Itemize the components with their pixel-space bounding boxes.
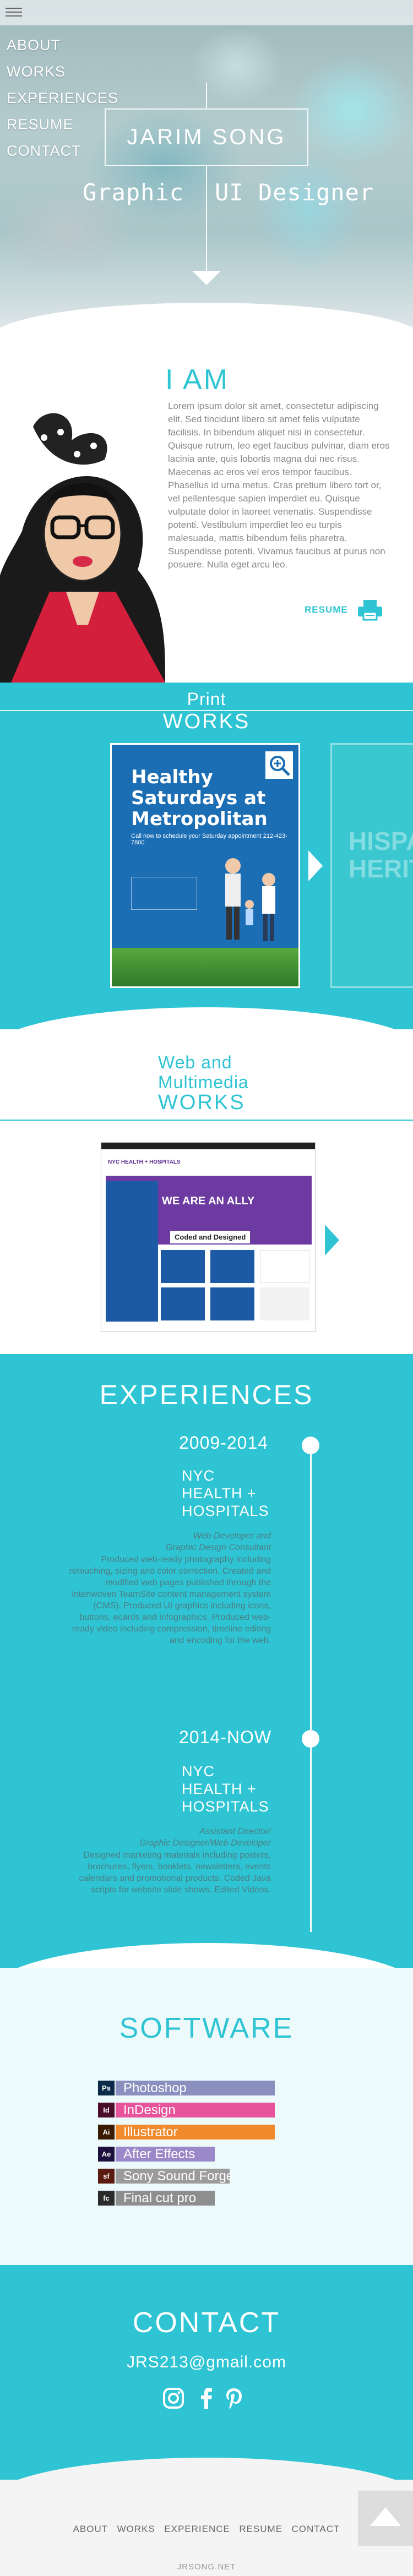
site-headline: WE ARE AN ALLY bbox=[162, 1195, 255, 1207]
skill-name: InDesign bbox=[123, 2103, 176, 2117]
print-work-card-next[interactable]: HISPA HERIT bbox=[330, 743, 413, 988]
experiences-title: EXPERIENCES bbox=[99, 1379, 314, 1410]
back-to-top-icon[interactable] bbox=[358, 2491, 413, 2546]
web-works-rule bbox=[0, 1120, 413, 1121]
footer-nav-resume[interactable]: RESUME bbox=[239, 2524, 282, 2535]
software-app-icon: sf bbox=[98, 2169, 115, 2184]
experience-role: Assistant Director/ Graphic Designer/Web… bbox=[139, 1827, 271, 1848]
instagram-icon[interactable] bbox=[162, 2387, 184, 2409]
experiences-section: EXPERIENCES 2009-2014 NYC HEALTH + HOSPI… bbox=[0, 1354, 413, 1993]
print-works-section: Print WORKS Healthy Saturdays at Metropo… bbox=[0, 683, 413, 1051]
hero-name: JARIM SONG bbox=[127, 125, 286, 149]
main-nav: ABOUT WORKS EXPERIENCES RESUME CONTACT bbox=[7, 32, 118, 164]
skill-row: Ai Illustrator bbox=[98, 2125, 303, 2140]
timeline-dot bbox=[302, 1730, 319, 1748]
experience-years: 2009-2014 bbox=[179, 1433, 269, 1453]
skill-row: sf Sony Sound Forge bbox=[98, 2169, 303, 2184]
experience-years: 2014-NOW bbox=[179, 1727, 272, 1747]
software-app-icon: Ai bbox=[98, 2125, 115, 2140]
timeline-line bbox=[310, 1437, 312, 1932]
experience-description: Designed marketing materials including p… bbox=[79, 1851, 271, 1895]
site-tiles bbox=[106, 1250, 312, 1322]
skill-row: Id InDesign bbox=[98, 2103, 303, 2117]
print-works-title: WORKS bbox=[162, 710, 251, 733]
web-subtitle-line1: Web and bbox=[158, 1052, 232, 1072]
about-bio: Lorem ipsum dolor sit amet, consectetur … bbox=[168, 401, 390, 570]
skill-name: Photoshop bbox=[123, 2081, 187, 2095]
print-card2-heading: HISPA HERIT bbox=[349, 827, 413, 883]
web-works-title: WORKS bbox=[158, 1091, 246, 1114]
site-badge: Coded and Designed bbox=[170, 1231, 251, 1243]
nav-item-works[interactable]: WORKS bbox=[7, 58, 118, 85]
software-app-icon: fc bbox=[98, 2191, 115, 2206]
experience-org: NYC HEALTH + HOSPITALS bbox=[182, 1763, 269, 1815]
scroll-down-arrow-icon[interactable] bbox=[192, 271, 221, 285]
timeline-dot bbox=[302, 1437, 319, 1454]
software-app-icon: Id bbox=[98, 2103, 115, 2117]
experience-description: Produced web-ready photography including… bbox=[69, 1555, 271, 1645]
name-box: JARIM SONG bbox=[105, 108, 308, 166]
footer: ABOUT WORKS EXPERIENCE RESUME CONTACT JR… bbox=[0, 2480, 413, 2576]
website-screenshot[interactable]: NYC HEALTH + HOSPITALS WE ARE AN ALLY Co… bbox=[101, 1142, 316, 1332]
skill-name: Final cut pro bbox=[123, 2191, 197, 2206]
skill-row: Ae After Effects bbox=[98, 2147, 303, 2162]
print-card-subtext: Call now to schedule your Saturday appoi… bbox=[131, 833, 287, 846]
contact-title: CONTACT bbox=[132, 2307, 281, 2339]
portrait-illustration bbox=[0, 394, 165, 683]
family-photo bbox=[225, 858, 275, 941]
print-works-subtitle: Print bbox=[187, 689, 226, 709]
skill-name: Illustrator bbox=[123, 2125, 178, 2140]
software-app-icon: Ae bbox=[98, 2147, 115, 2162]
nav-item-experiences[interactable]: EXPERIENCES bbox=[7, 85, 118, 111]
footer-nav-works[interactable]: WORKS bbox=[117, 2524, 155, 2535]
facebook-icon[interactable] bbox=[195, 2387, 218, 2409]
hero-divider-line bbox=[206, 166, 207, 271]
hamburger-menu-icon[interactable] bbox=[6, 8, 22, 18]
software-section: SOFTWARE Ps Photoshop Id InDesign Ai Illustra… bbox=[0, 1968, 413, 2265]
print-work-card[interactable]: Healthy Saturdays at Metropolitan Call n… bbox=[110, 743, 300, 988]
printer-icon[interactable] bbox=[357, 599, 383, 621]
footer-nav-contact[interactable]: CONTACT bbox=[292, 2524, 340, 2535]
about-title: I AM bbox=[165, 364, 230, 396]
skill-row: fc Final cut pro bbox=[98, 2191, 303, 2206]
tagline-ui-designer: UI Designer bbox=[215, 179, 374, 206]
skill-row: Ps Photoshop bbox=[98, 2081, 303, 2095]
pinterest-icon[interactable] bbox=[223, 2387, 245, 2409]
skill-name: After Effects bbox=[123, 2147, 195, 2162]
zoom-in-icon[interactable] bbox=[265, 751, 293, 779]
nav-item-contact[interactable]: CONTACT bbox=[7, 138, 118, 164]
footer-nav-experience[interactable]: EXPERIENCE bbox=[164, 2524, 230, 2535]
web-next-arrow-icon[interactable] bbox=[325, 1225, 339, 1256]
experience-role: Web Developer and Graphic Design Consult… bbox=[165, 1531, 271, 1552]
software-title: SOFTWARE bbox=[119, 2012, 294, 2044]
print-card-grass bbox=[112, 948, 298, 986]
contact-section: CONTACT JRS213@gmail.com bbox=[0, 2265, 413, 2502]
site-topbar bbox=[101, 1143, 315, 1149]
web-works-subtitle: Web and Multimedia bbox=[158, 1052, 249, 1092]
footer-nav-about[interactable]: ABOUT bbox=[73, 2524, 108, 2535]
site-logo: NYC HEALTH + HOSPITALS bbox=[108, 1159, 181, 1165]
footer-nav: ABOUT WORKS EXPERIENCE RESUME CONTACT bbox=[0, 2524, 413, 2535]
top-bar bbox=[0, 0, 413, 25]
tagline-graphic: Graphic bbox=[83, 179, 184, 206]
experience-org: NYC HEALTH + HOSPITALS bbox=[182, 1467, 269, 1519]
nav-item-about[interactable]: ABOUT bbox=[7, 32, 118, 58]
web-works-section: Web and Multimedia WORKS NYC HEALTH + HO… bbox=[0, 1029, 413, 1354]
footer-site-url[interactable]: JRSONG.NET bbox=[0, 2562, 413, 2572]
print-next-arrow-icon[interactable] bbox=[308, 850, 323, 881]
about-section: I AM Lorem ipsum dolor sit amet, consect… bbox=[0, 330, 413, 683]
web-subtitle-line2: Multimedia bbox=[158, 1072, 249, 1092]
nav-item-resume[interactable]: RESUME bbox=[7, 111, 118, 138]
contact-email[interactable]: JRS213@gmail.com bbox=[0, 2353, 413, 2372]
software-app-icon: Ps bbox=[98, 2081, 115, 2095]
hero-section: ABOUT WORKS EXPERIENCES RESUME CONTACT J… bbox=[0, 0, 413, 330]
print-card-schedule-table bbox=[131, 877, 197, 910]
skill-name: Sony Sound Forge bbox=[123, 2169, 234, 2184]
hero-divider-top bbox=[206, 83, 207, 108]
resume-link[interactable]: RESUME bbox=[305, 604, 348, 615]
